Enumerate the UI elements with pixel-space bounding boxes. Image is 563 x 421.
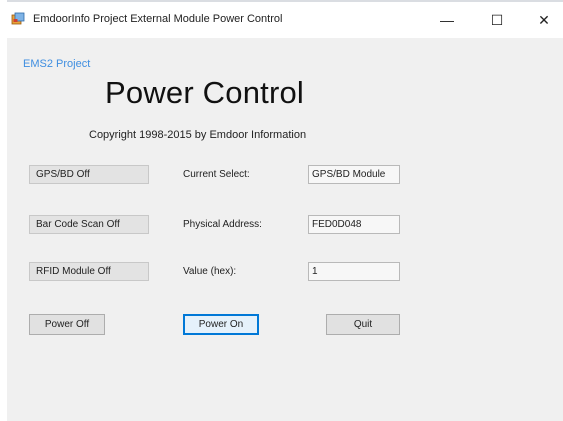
barcode-status: Bar Code Scan Off [29,215,149,234]
window-top-edge [7,0,563,2]
app-window: EmdoorInfo Project External Module Power… [7,0,563,421]
power-off-label: Power Off [44,319,90,330]
minimize-button[interactable]: — [432,8,462,32]
quit-label: Quit [353,319,373,330]
title-bar[interactable]: EmdoorInfo Project External Module Power… [7,0,563,38]
close-icon: ✕ [538,11,550,28]
current-select-label: Current Select: [183,169,250,180]
page-title: Power Control [105,75,305,110]
value-hex-label: Value (hex): [183,266,237,277]
minimize-icon: — [440,12,454,28]
project-label: EMS2 Project [23,58,91,70]
app-icon [11,12,25,25]
physical-address-label: Physical Address: [183,219,262,230]
maximize-button[interactable]: ☐ [482,8,512,32]
maximize-icon: ☐ [490,11,504,28]
power-off-button[interactable]: Power Off [29,314,105,335]
power-on-label: Power On [198,319,244,330]
close-button[interactable]: ✕ [529,8,559,32]
window-title: EmdoorInfo Project External Module Power… [33,13,283,25]
value-hex-field[interactable]: 1 [308,262,400,281]
current-select-field[interactable]: GPS/BD Module [308,165,400,184]
rfid-status: RFID Module Off [29,262,149,281]
physical-address-field[interactable]: FED0D048 [308,215,400,234]
quit-button[interactable]: Quit [326,314,400,335]
power-on-button[interactable]: Power On [183,314,259,335]
gps-status: GPS/BD Off [29,165,149,184]
client-area: EMS2 Project Power Control Copyright 199… [7,38,563,421]
copyright-text: Copyright 1998-2015 by Emdoor Informatio… [89,129,307,141]
